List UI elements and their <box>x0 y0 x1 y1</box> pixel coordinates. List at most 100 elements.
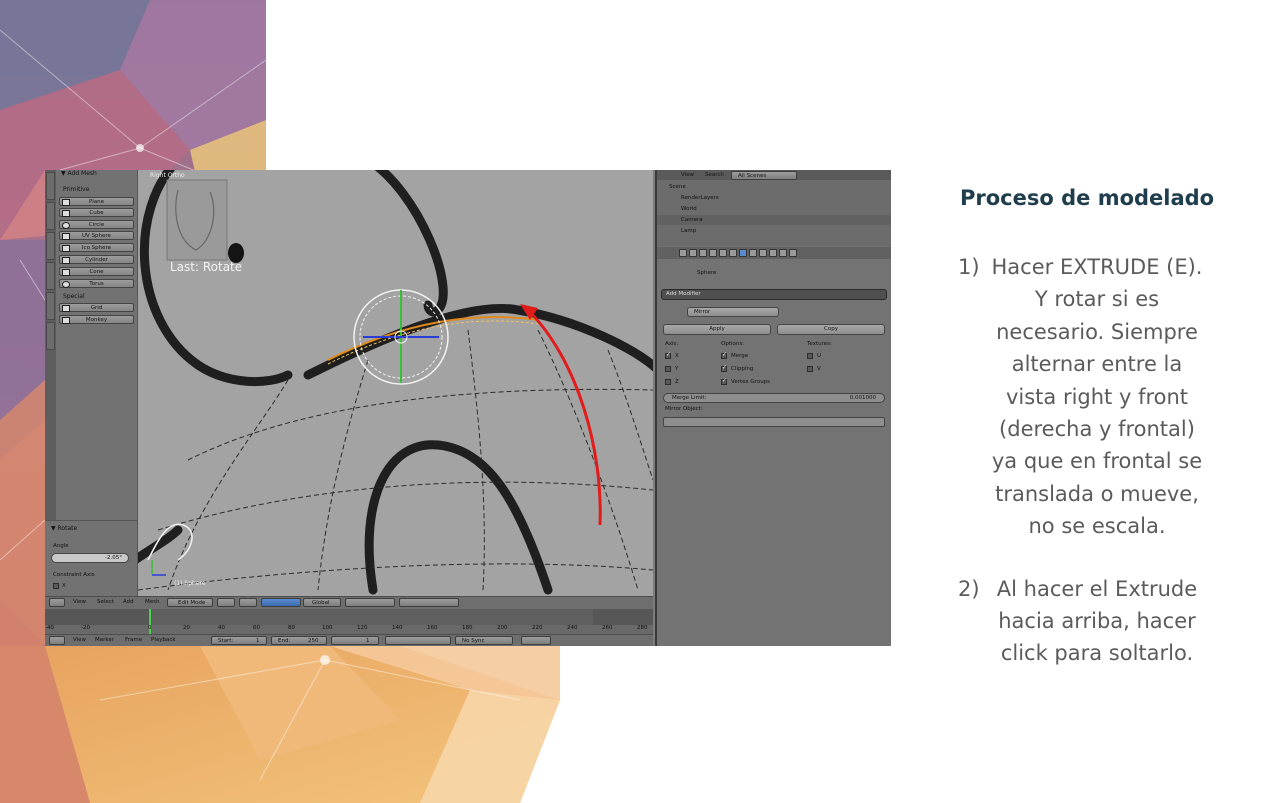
timeline-menu-frame[interactable]: Frame <box>125 636 142 645</box>
physics-tab-icon[interactable] <box>789 249 797 257</box>
timeline-menu-marker[interactable]: Marker <box>95 636 114 645</box>
editor-type-button[interactable] <box>49 598 65 607</box>
layer-buttons[interactable] <box>345 598 395 607</box>
step-number: 1) <box>958 255 980 279</box>
outliner[interactable]: View Search All Scenes Scene RenderLayer… <box>657 170 891 246</box>
outliner-scope-select[interactable]: All Scenes <box>731 171 797 180</box>
end-frame-field[interactable]: End: 250 <box>271 636 327 645</box>
outliner-menu-search[interactable]: Search <box>705 171 724 180</box>
blender-screenshot: ▼ Add Mesh Primitive Plane Cube Circle U… <box>45 170 891 646</box>
outliner-header: View Search All Scenes <box>657 170 891 180</box>
select-mode-buttons[interactable] <box>399 598 459 607</box>
angle-field[interactable]: -2.05° <box>51 553 129 563</box>
clipping-checkbox[interactable] <box>721 364 727 372</box>
start-frame-field[interactable]: Start: 1 <box>211 636 267 645</box>
merge-checkbox[interactable] <box>721 351 727 359</box>
right-editors: View Search All Scenes Scene RenderLayer… <box>655 170 891 646</box>
playback-controls[interactable] <box>385 636 451 645</box>
timeline-menu-view[interactable]: View <box>73 636 86 645</box>
angle-label: Angle <box>53 543 69 549</box>
render-tab-icon[interactable] <box>679 249 687 257</box>
pivot-select[interactable] <box>239 598 257 607</box>
tab-relations[interactable] <box>46 232 55 260</box>
outliner-row-camera[interactable]: Camera <box>657 215 891 225</box>
current-frame-field[interactable]: 1 <box>331 636 379 645</box>
constraint-x-checkbox[interactable] <box>53 583 59 589</box>
texture-tab-icon[interactable] <box>769 249 777 257</box>
axis-x-checkbox[interactable] <box>665 351 671 359</box>
outliner-row-renderlayers[interactable]: RenderLayers <box>681 193 719 203</box>
timeline-tick: 140 <box>392 625 403 631</box>
material-tab-icon[interactable] <box>759 249 767 257</box>
object-tab-icon[interactable] <box>719 249 727 257</box>
last-operator-label: Last: Rotate <box>170 260 243 274</box>
tab-grease-pencil[interactable] <box>46 322 55 350</box>
constraints-tab-icon[interactable] <box>729 249 737 257</box>
axis-z-checkbox[interactable] <box>665 379 671 385</box>
timeline-tick: 120 <box>357 625 368 631</box>
timeline-tick: 160 <box>427 625 438 631</box>
keyframe-buttons[interactable] <box>521 636 551 645</box>
add-cube-button[interactable]: Cube <box>59 208 134 217</box>
tab-tools[interactable] <box>46 172 55 200</box>
merge-limit-field[interactable]: Merge Limit: 0.001000 <box>663 393 885 403</box>
outliner-row-world[interactable]: World <box>681 204 697 214</box>
timeline[interactable]: -40 -20 0 20 40 60 80 100 120 140 160 18… <box>45 609 653 634</box>
vertex-groups-checkbox[interactable] <box>721 377 727 385</box>
add-torus-button[interactable]: Torus <box>59 279 134 288</box>
sync-select[interactable]: No Sync <box>455 636 513 645</box>
modifiers-tab-icon[interactable] <box>739 249 747 257</box>
texture-u-label: U <box>817 353 822 359</box>
timeline-tick: 280 <box>637 625 648 631</box>
add-mesh-header[interactable]: ▼ Add Mesh <box>61 170 97 177</box>
menu-view[interactable]: View <box>73 598 86 607</box>
texture-u-checkbox[interactable] <box>807 353 813 359</box>
timeline-menu-playback[interactable]: Playback <box>151 636 176 645</box>
add-monkey-button[interactable]: Monkey <box>59 315 134 324</box>
axis-x-label: X <box>675 353 679 359</box>
slide-title: Proceso de modelado <box>960 186 1215 210</box>
add-grid-button[interactable]: Grid <box>59 303 134 312</box>
modifier-name-field[interactable]: Mirror <box>687 307 779 317</box>
timeline-tick: 40 <box>218 625 225 631</box>
timeline-editor-type-button[interactable] <box>49 636 65 645</box>
world-tab-icon[interactable] <box>709 249 717 257</box>
add-plane-button[interactable]: Plane <box>59 197 134 206</box>
view-name-label: Right Ortho <box>150 172 185 179</box>
copy-button[interactable]: Copy <box>777 324 885 335</box>
tool-shelf: ▼ Add Mesh Primitive Plane Cube Circle U… <box>45 170 138 599</box>
shading-select[interactable] <box>217 598 235 607</box>
tab-shading[interactable] <box>46 262 55 290</box>
menu-select[interactable]: Select <box>97 598 114 607</box>
tab-create[interactable] <box>46 202 55 230</box>
axis-y-checkbox[interactable] <box>665 366 671 372</box>
layers-tab-icon[interactable] <box>689 249 697 257</box>
add-uv-sphere-button[interactable]: UV Sphere <box>59 231 134 240</box>
add-modifier-dropdown[interactable]: Add Modifier <box>661 289 887 300</box>
data-tab-icon[interactable] <box>749 249 757 257</box>
add-cylinder-button[interactable]: Cylinder <box>59 255 134 264</box>
orientation-select[interactable]: Global <box>303 598 341 607</box>
outliner-menu-view[interactable]: View <box>681 171 694 180</box>
scene-tab-icon[interactable] <box>699 249 707 257</box>
menu-mesh[interactable]: Mesh <box>145 598 159 607</box>
3d-viewport[interactable]: Right Ortho Last: Rotate (1) Sphere <box>138 170 653 596</box>
particles-tab-icon[interactable] <box>779 249 787 257</box>
manipulator-buttons[interactable] <box>261 598 301 607</box>
step-text: Al hacer el Extrude hacia arriba, hacer … <box>996 576 1198 666</box>
timeline-tick: 200 <box>497 625 508 631</box>
outliner-row-scene[interactable]: Scene <box>669 182 686 192</box>
mirror-object-field[interactable] <box>663 417 885 427</box>
tab-options[interactable] <box>46 292 55 320</box>
menu-add[interactable]: Add <box>123 598 134 607</box>
outliner-row-lamp[interactable]: Lamp <box>681 226 696 236</box>
mode-select[interactable]: Edit Mode <box>167 598 213 607</box>
texture-v-checkbox[interactable] <box>807 366 813 372</box>
viewport-canvas <box>138 170 653 595</box>
add-ico-sphere-button[interactable]: Ico Sphere <box>59 243 134 252</box>
add-circle-button[interactable]: Circle <box>59 220 134 229</box>
mirror-object-label: Mirror Object: <box>665 406 703 412</box>
rotate-header[interactable]: ▼ Rotate <box>51 525 77 532</box>
add-cone-button[interactable]: Cone <box>59 267 134 276</box>
apply-button[interactable]: Apply <box>663 324 771 335</box>
